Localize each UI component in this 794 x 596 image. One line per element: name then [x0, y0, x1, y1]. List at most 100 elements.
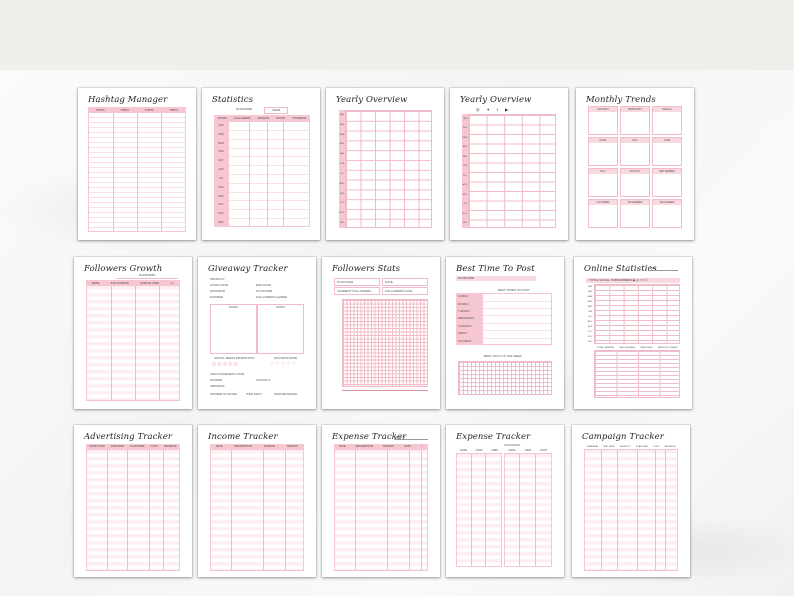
month-column: JAN FEB MAR APR MAY JUN JUL AUG SEP OCT … — [214, 121, 228, 227]
month-column: JAN FEB MAR APR MAY JUN JUL AUG SEP OCT … — [586, 284, 594, 344]
month-label: JAN — [587, 285, 593, 288]
month-label: FEB — [339, 123, 345, 126]
column-header: DATE — [338, 445, 346, 448]
table-body-left — [456, 453, 502, 567]
month-box: AUGUST — [620, 168, 650, 197]
table-body — [584, 449, 678, 571]
table-body — [228, 121, 310, 227]
followers-chart-grid — [342, 299, 428, 387]
column-header: COST — [150, 445, 158, 448]
page-followers-growth[interactable]: Followers Growth PLATFORM DATE FOLLOWING… — [74, 257, 192, 409]
social-icons: ◎ ✦ f ▶ — [476, 107, 508, 112]
page-title: Online Statistics — [584, 264, 657, 274]
best-days-label: BEST DAYS OF THE WEEK — [484, 354, 523, 358]
column-header: PRODUCT — [619, 445, 631, 448]
month-field: MONTH — [394, 435, 428, 440]
page-advertising-tracker[interactable]: Advertising Tracker START DATE END DATE … — [74, 425, 192, 577]
column-header: NEW FOLLOWERS — [657, 347, 678, 349]
day-label: TUESDAY — [458, 310, 471, 314]
column-header: TOPIC — [169, 107, 179, 112]
month-box: SEPTEMBER — [652, 168, 682, 197]
month-label: JUL — [588, 315, 592, 318]
column-header: UNFOLLOWS — [140, 280, 160, 285]
month-label: JAN — [218, 123, 224, 127]
month-label: DEC — [218, 221, 224, 225]
month-box: MAY — [620, 137, 650, 166]
column-header: REVENUE — [164, 445, 177, 448]
page-title: Statistics — [212, 95, 254, 105]
page-title: Best Time To Post — [456, 264, 535, 274]
month-label: MAY — [462, 155, 468, 158]
notes-box: NOTES — [257, 304, 304, 354]
month-label: NOV — [339, 212, 345, 215]
viewers-grid — [594, 350, 680, 398]
page-hashtag-manager[interactable]: Hashtag Manager TOPIC TOPIC TOPIC TOPIC — [78, 88, 196, 240]
start-date-field: START DATE — [210, 283, 229, 287]
year-field: YEAR — [648, 266, 678, 271]
column-header: DATE — [508, 449, 516, 452]
month-label: JUN — [218, 168, 224, 172]
page-followers-stats[interactable]: Followers Stats PLATFORM DATE CURRENT FO… — [322, 257, 440, 409]
month-box: JULY — [588, 168, 618, 197]
column-header: TOP MEDIA — [292, 116, 307, 120]
day-label: THURSDAY — [458, 324, 473, 328]
month-label: FEB — [587, 290, 593, 293]
platform-field: PLATFORM — [456, 276, 536, 281]
page-title: Yearly Overview — [336, 95, 408, 105]
month-box: APRIL — [588, 137, 618, 166]
platform-field: PLATFORM — [116, 273, 178, 279]
youtube-icon: ▶ — [504, 107, 509, 112]
month-label: MAY — [339, 153, 345, 156]
announcement-field: ANNOUNCEMENT DATE — [210, 372, 245, 376]
page-online-statistics[interactable]: Online Statistics YEAR TOTAL SOCIAL SUBS… — [574, 257, 692, 409]
column-header: REVENUE — [664, 445, 676, 448]
month-label: MAR — [218, 141, 224, 145]
expired-field: EXPIRED — [210, 295, 224, 299]
page-campaign-tracker[interactable]: Campaign Tracker CAMPAIGN END DATE PRODU… — [572, 425, 690, 577]
column-header: DATE — [215, 445, 223, 448]
month-label: MAR — [339, 133, 345, 136]
month-label: SEP — [339, 192, 345, 195]
column-header: FOLLOWERS — [234, 116, 251, 120]
page-yearly-overview-social[interactable]: Yearly Overview ◎ ✦ f ▶ JAN FEB MAR APR … — [450, 88, 568, 240]
page-yearly-overview[interactable]: Yearly Overview JAN FEB MAR APR MAY JUN … — [326, 88, 444, 240]
column-header: TOPIC — [95, 107, 105, 112]
promotion-label: SOCIAL MEDIA PROMOTION — [214, 356, 255, 360]
column-header: SOURCE — [263, 445, 276, 448]
day-label: SUNDAY — [458, 295, 469, 299]
table-body — [334, 449, 428, 571]
best-times-label: BEST TIMES TO POST — [498, 288, 530, 292]
page-title: Advertising Tracker — [84, 432, 173, 442]
month-label: FEB — [462, 127, 468, 130]
page-monthly-trends[interactable]: Monthly Trends JANUARY FEBRUARY MARCH AP… — [576, 88, 694, 240]
page-statistics[interactable]: Statistics PLATFORM YEAR MONTH FOLLOWERS… — [202, 88, 320, 240]
month-label: NOV — [587, 335, 593, 338]
month-label: OCT — [462, 203, 468, 206]
page-expense-tracker-category[interactable]: Expense Tracker CATEGORY DATE COST ITEM … — [446, 425, 564, 577]
platform-field: PLATFORM — [256, 289, 273, 293]
month-label: OCT — [587, 330, 593, 333]
page-giveaway-tracker[interactable]: Giveaway Tracker PRODUCT START DATE END … — [198, 257, 316, 409]
column-header: ✓ — [420, 445, 424, 448]
column-header: FOLLOWING — [110, 280, 129, 285]
page-best-time-to-post[interactable]: Best Time To Post PLATFORM BEST TIMES TO… — [446, 257, 564, 409]
column-header: COST — [540, 449, 548, 452]
column-header: AMOUNT — [286, 445, 299, 448]
month-label: MAR — [462, 136, 468, 139]
day-label: FRIDAY — [458, 332, 468, 336]
day-label: WEDNESDAY — [458, 317, 475, 321]
followers-gained-field: FOLLOWERS GAINED — [256, 295, 288, 299]
rules-box: RULES — [210, 304, 257, 354]
sponsor-field: SPONSOR — [210, 289, 226, 293]
column-header: POSTS — [276, 116, 286, 120]
column-header: COST — [403, 445, 412, 448]
social-icons: ▶ ◎ f ✦ ⓟ — [633, 278, 648, 282]
page-income-tracker[interactable]: Income Tracker DATE DESCRIPTION SOURCE A… — [198, 425, 316, 577]
page-title: Hashtag Manager — [88, 95, 168, 105]
day-label: SATURDAY — [458, 339, 472, 343]
page-expense-tracker[interactable]: Expense Tracker MONTH DATE DESCRIPTION A… — [322, 425, 440, 577]
table-body — [86, 285, 180, 401]
column-header: AMOUNT — [382, 445, 395, 448]
page-title: Giveaway Tracker — [208, 264, 288, 274]
month-box: DECEMBER — [652, 199, 682, 228]
